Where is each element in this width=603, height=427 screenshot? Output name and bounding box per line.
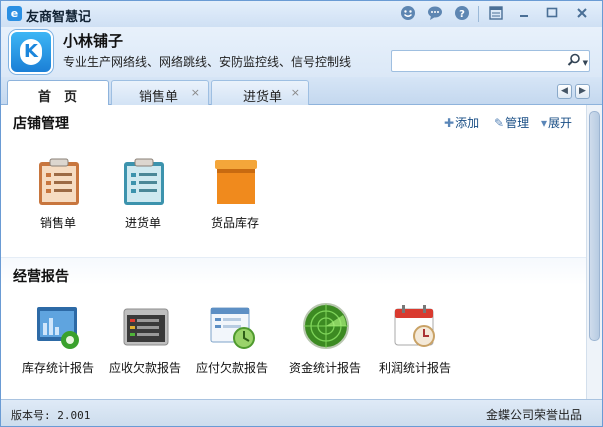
fund-radar-icon bbox=[303, 303, 349, 351]
section-title-report: 经营报告 bbox=[13, 269, 69, 285]
tab-purchase-order[interactable]: 进货单 × bbox=[211, 80, 309, 105]
expand-button[interactable]: ▾展开 bbox=[541, 114, 572, 131]
shop-logo[interactable]: K bbox=[9, 30, 53, 74]
tab-label: 进货单 bbox=[243, 90, 283, 105]
inventory-report-tile[interactable]: 库存统计报告 bbox=[20, 303, 96, 383]
minimize-icon[interactable] bbox=[515, 5, 533, 23]
scrollbar-thumb[interactable] bbox=[589, 111, 600, 341]
purchase-clipboard-icon bbox=[121, 158, 167, 206]
app-window: e 友商智慧记 ? K 小林铺子 专业生产网络线、网络跳线、安防监控线、信号控制… bbox=[0, 0, 603, 427]
home-content: 店铺管理 ✚添加 ✎管理 ▾展开 销售单 进货单 货品库存 经营报告 库存统计报… bbox=[1, 105, 586, 399]
inventory-box-icon bbox=[213, 158, 259, 206]
payable-report-icon bbox=[210, 303, 256, 351]
report-section-header: 经营报告 bbox=[1, 258, 586, 288]
app-logo-icon: e bbox=[7, 6, 22, 21]
titlebar-divider bbox=[478, 6, 479, 22]
inventory-report-icon bbox=[36, 303, 82, 351]
tab-prev-button[interactable]: ◀ bbox=[557, 84, 572, 99]
credit-label: 金蝶公司荣誉出品 bbox=[485, 408, 582, 422]
profit-report-tile[interactable]: 利润统计报告 bbox=[377, 303, 453, 383]
vertical-scrollbar[interactable] bbox=[586, 105, 602, 399]
tab-close-icon[interactable]: × bbox=[291, 86, 300, 99]
search-icon[interactable] bbox=[567, 53, 581, 71]
receivable-report-tile[interactable]: 应收欠款报告 bbox=[107, 303, 183, 383]
tab-home[interactable]: 首 页 bbox=[7, 80, 109, 106]
version-label: 版本号: 2.001 bbox=[11, 409, 91, 422]
purchase-order-tile[interactable]: 进货单 bbox=[105, 158, 181, 238]
tab-label: 销售单 bbox=[139, 90, 179, 105]
tile-label: 货品库存 bbox=[210, 216, 259, 230]
shop-logo-letter: K bbox=[20, 39, 42, 65]
window-title: 友商智慧记 bbox=[26, 10, 92, 25]
inventory-tile[interactable]: 货品库存 bbox=[197, 158, 273, 238]
shop-name: 小林铺子 bbox=[63, 32, 124, 50]
store-section-header: 店铺管理 ✚添加 ✎管理 ▾展开 bbox=[1, 105, 586, 135]
expand-label: 展开 bbox=[548, 116, 573, 130]
payable-report-tile[interactable]: 应付欠款报告 bbox=[194, 303, 270, 383]
shop-description: 专业生产网络线、网络跳线、安防监控线、信号控制线 bbox=[63, 55, 352, 69]
fund-report-tile[interactable]: 资金统计报告 bbox=[287, 303, 363, 383]
chevron-right-icon: ▶ bbox=[579, 86, 586, 96]
tab-next-button[interactable]: ▶ bbox=[575, 84, 590, 99]
manage-label: 管理 bbox=[505, 116, 530, 130]
plus-icon: ✚ bbox=[444, 116, 455, 130]
add-button[interactable]: ✚添加 bbox=[444, 114, 479, 131]
close-icon[interactable] bbox=[573, 5, 591, 23]
maximize-icon[interactable] bbox=[543, 5, 561, 23]
sales-clipboard-icon bbox=[36, 158, 82, 206]
skin-icon[interactable] bbox=[487, 5, 505, 23]
chevron-left-icon: ◀ bbox=[561, 86, 568, 96]
shop-header: K 小林铺子 专业生产网络线、网络跳线、安防监控线、信号控制线 ▼ bbox=[1, 27, 602, 77]
chevron-down-icon: ▾ bbox=[541, 116, 548, 130]
status-bar: 版本号: 2.001 金蝶公司荣誉出品 bbox=[1, 399, 602, 426]
tab-close-icon[interactable]: × bbox=[191, 86, 200, 99]
tab-bar: 首 页 销售单 × 进货单 × ◀ ▶ bbox=[1, 77, 602, 106]
help-icon[interactable]: ? bbox=[453, 5, 471, 23]
tile-label: 利润统计报告 bbox=[378, 361, 451, 375]
svg-text:?: ? bbox=[459, 9, 465, 20]
title-bar: e 友商智慧记 ? bbox=[1, 1, 602, 27]
search-box[interactable]: ▼ bbox=[391, 50, 590, 72]
profit-calendar-icon bbox=[393, 303, 439, 351]
search-dropdown-icon[interactable]: ▼ bbox=[583, 59, 588, 67]
wrench-icon: ✎ bbox=[494, 116, 505, 130]
tab-sales-order[interactable]: 销售单 × bbox=[111, 80, 209, 105]
receivable-report-icon bbox=[123, 303, 169, 351]
section-title-store: 店铺管理 bbox=[13, 116, 69, 132]
add-label: 添加 bbox=[455, 116, 480, 130]
search-input[interactable] bbox=[396, 53, 556, 69]
smile-icon[interactable] bbox=[399, 5, 417, 23]
tab-label: 首 页 bbox=[38, 90, 78, 105]
chat-icon[interactable] bbox=[426, 5, 444, 23]
manage-button[interactable]: ✎管理 bbox=[494, 114, 529, 131]
